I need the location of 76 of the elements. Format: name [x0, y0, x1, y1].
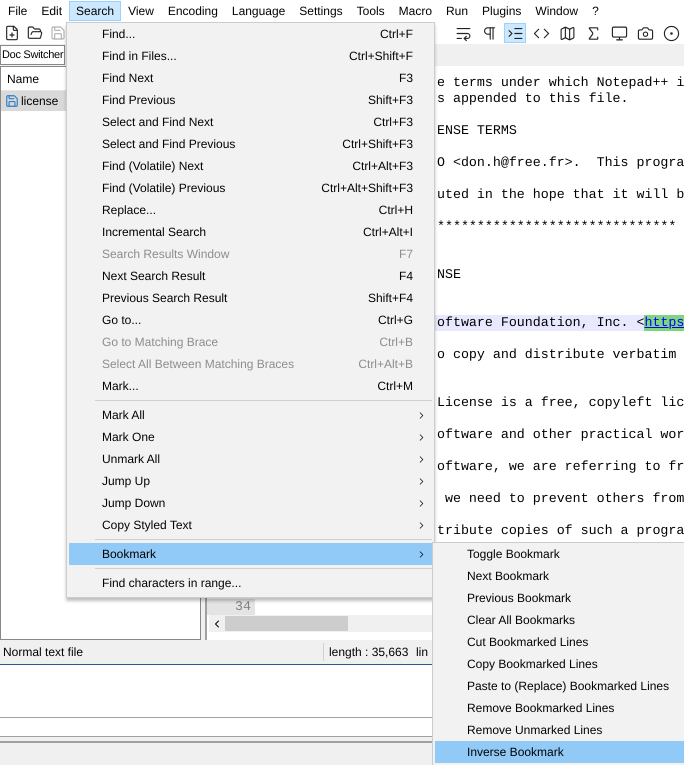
file-type: Normal text file — [2, 644, 84, 661]
code-line: ENSE TERMS — [437, 123, 517, 139]
menu-item[interactable]: Copy Styled Text — [69, 514, 432, 536]
menu-item[interactable]: Incremental Search Ctrl+Alt+I — [69, 221, 432, 243]
menu-item[interactable]: Unmark All — [69, 448, 432, 470]
menu-bar-item[interactable]: Plugins — [475, 1, 528, 21]
menu-item[interactable]: Find in Files... Ctrl+Shift+F — [69, 45, 432, 67]
menu-item[interactable]: Find (Volatile) Previous Ctrl+Alt+Shift+F3 — [69, 177, 432, 199]
menu-item[interactable]: Next Search Result F4 — [69, 265, 432, 287]
code-line: NSE — [437, 267, 461, 283]
code-line: License is a free, copyleft lic — [437, 395, 684, 411]
camera-icon — [636, 24, 654, 42]
menu-item[interactable]: Find characters in range... — [69, 572, 432, 594]
menu-item[interactable]: Mark... Ctrl+M — [69, 375, 432, 397]
menu-bar-item[interactable]: Window — [528, 1, 586, 21]
menu-item[interactable]: Mark All — [69, 404, 432, 426]
code-line: oftware Foundation, Inc. < — [437, 315, 644, 331]
menu-item[interactable]: Remove Unmarked Lines — [435, 719, 684, 741]
menu-bar-item[interactable]: Encoding — [160, 1, 225, 21]
menu-bar-item[interactable]: Settings — [292, 1, 350, 21]
menu-bar-item[interactable]: Tools — [350, 1, 392, 21]
code-line: uted in the hope that it will b — [437, 187, 684, 203]
code-line: o copy and distribute verbatim — [437, 347, 676, 363]
menu-item[interactable]: Select and Find Previous Ctrl+Shift+F3 — [69, 133, 432, 155]
map-icon — [558, 24, 576, 42]
file-icon — [5, 94, 19, 108]
indent-guide-button[interactable] — [504, 23, 526, 43]
code-line: e terms under which Notepad++ i — [437, 75, 684, 91]
panel-title: Doc Switcher — [0, 45, 66, 65]
menu-item[interactable]: Mark One — [69, 426, 432, 448]
link[interactable]: https — [644, 315, 684, 331]
menu-item[interactable]: Clear All Bookmarks — [435, 609, 684, 631]
menu-item[interactable]: Find (Volatile) Next Ctrl+Alt+F3 — [69, 155, 432, 177]
menu-item[interactable]: Find... Ctrl+F — [69, 23, 432, 45]
menu-bar-item[interactable]: Run — [439, 1, 476, 21]
menu-bar-item[interactable]: Search — [69, 1, 122, 21]
code-line: O <don.h@free.fr>. This progra — [437, 155, 684, 171]
code-line: oftware and other practical wor — [437, 427, 684, 443]
menu-item[interactable]: Inverse Bookmark — [435, 741, 684, 763]
code-line: oftware, we are referring to fr — [437, 459, 684, 475]
menu-item[interactable]: Toggle Bookmark — [435, 543, 684, 565]
menu-item[interactable]: Previous Search Result Shift+F4 — [69, 287, 432, 309]
line-info: lin — [415, 644, 428, 661]
monitor-icon — [610, 24, 628, 42]
menu-item[interactable]: Bookmark — [69, 543, 432, 565]
menu-item[interactable]: Cut Bookmarked Lines — [435, 631, 684, 653]
menu-item[interactable]: Remove Bookmarked Lines — [435, 697, 684, 719]
code-line: we need to prevent others from — [444, 491, 684, 507]
code-line: ****************************** — [437, 219, 676, 235]
menu-item[interactable]: Find Next F3 — [69, 67, 432, 89]
menu-item[interactable]: Next Bookmark — [435, 565, 684, 587]
record-icon — [662, 24, 680, 42]
code-line: s appended to this file. — [437, 91, 629, 107]
code-line: tribute copies of such a progra — [437, 523, 684, 539]
menu-bar-item[interactable]: View — [121, 1, 161, 21]
menu-bar-item[interactable]: ? — [585, 1, 606, 21]
menu-item[interactable]: Select and Find Next Ctrl+F3 — [69, 111, 432, 133]
scrollbar-thumb[interactable] — [225, 616, 348, 631]
menu-item[interactable]: Previous Bookmark — [435, 587, 684, 609]
horizontal-scrollbar[interactable] — [209, 615, 433, 632]
menu-item[interactable]: Jump Up — [69, 470, 432, 492]
menu-item[interactable]: Jump Down — [69, 492, 432, 514]
menu-item[interactable]: Replace... Ctrl+H — [69, 199, 432, 221]
document-length: length : 35,663 — [323, 643, 415, 661]
file-row[interactable]: license — [1, 91, 67, 111]
menu-bar-item[interactable]: Language — [224, 1, 292, 21]
menu-bar-item[interactable]: Edit — [34, 1, 70, 21]
menu-item[interactable]: Copy Bookmarked Lines — [435, 653, 684, 675]
menu-item[interactable]: Paste to (Replace) Bookmarked Lines — [435, 675, 684, 697]
new-file-icon[interactable] — [4, 25, 20, 41]
menu-item[interactable]: Find Previous Shift+F3 — [69, 89, 432, 111]
menu-bar-item[interactable]: File — [1, 1, 34, 21]
menu-bar-item[interactable]: Macro — [392, 1, 440, 21]
folder-icon[interactable] — [27, 25, 43, 41]
menu-item[interactable]: Go to... Ctrl+G — [69, 309, 432, 331]
line-number: 34 — [207, 599, 255, 615]
